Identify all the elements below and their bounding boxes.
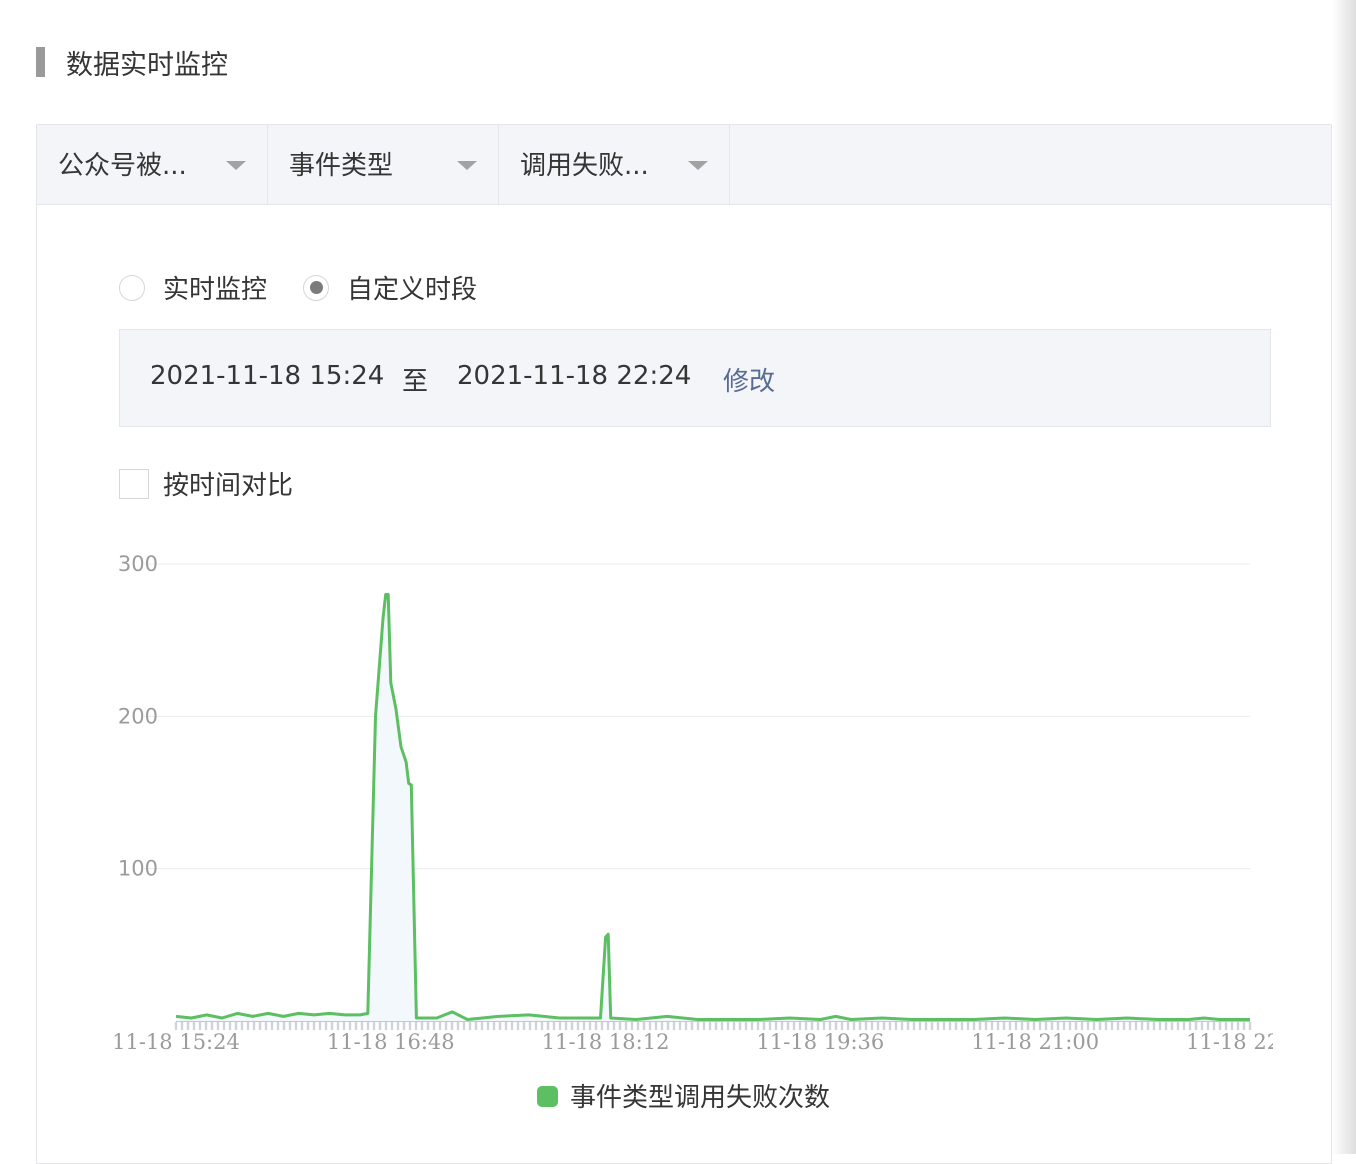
y-tick-label: 200 [118,704,158,728]
x-tick-label: 11-18 18:12 [542,1030,670,1054]
x-tick-label: 11-18 19:36 [757,1030,885,1054]
x-tick-label: 11-18 16:48 [327,1030,455,1054]
y-tick-label: 300 [118,552,158,576]
failure-count-chart: 100 200 300 11-18 15:24 11-18 16:48 11-18 18:… [112,552,1314,1113]
x-tick-label: 11-18 21:00 [971,1030,1099,1054]
legend-label: 事件类型调用失败次数 [570,1083,830,1113]
series-line [175,593,1250,1021]
x-tick-label: 11-18 15:24 [112,1030,240,1054]
y-tick-label: 100 [118,857,158,881]
x-tick-label: 11-18 22:24 [1186,1030,1314,1054]
legend-swatch [537,1086,558,1107]
series-area [176,594,1250,1021]
